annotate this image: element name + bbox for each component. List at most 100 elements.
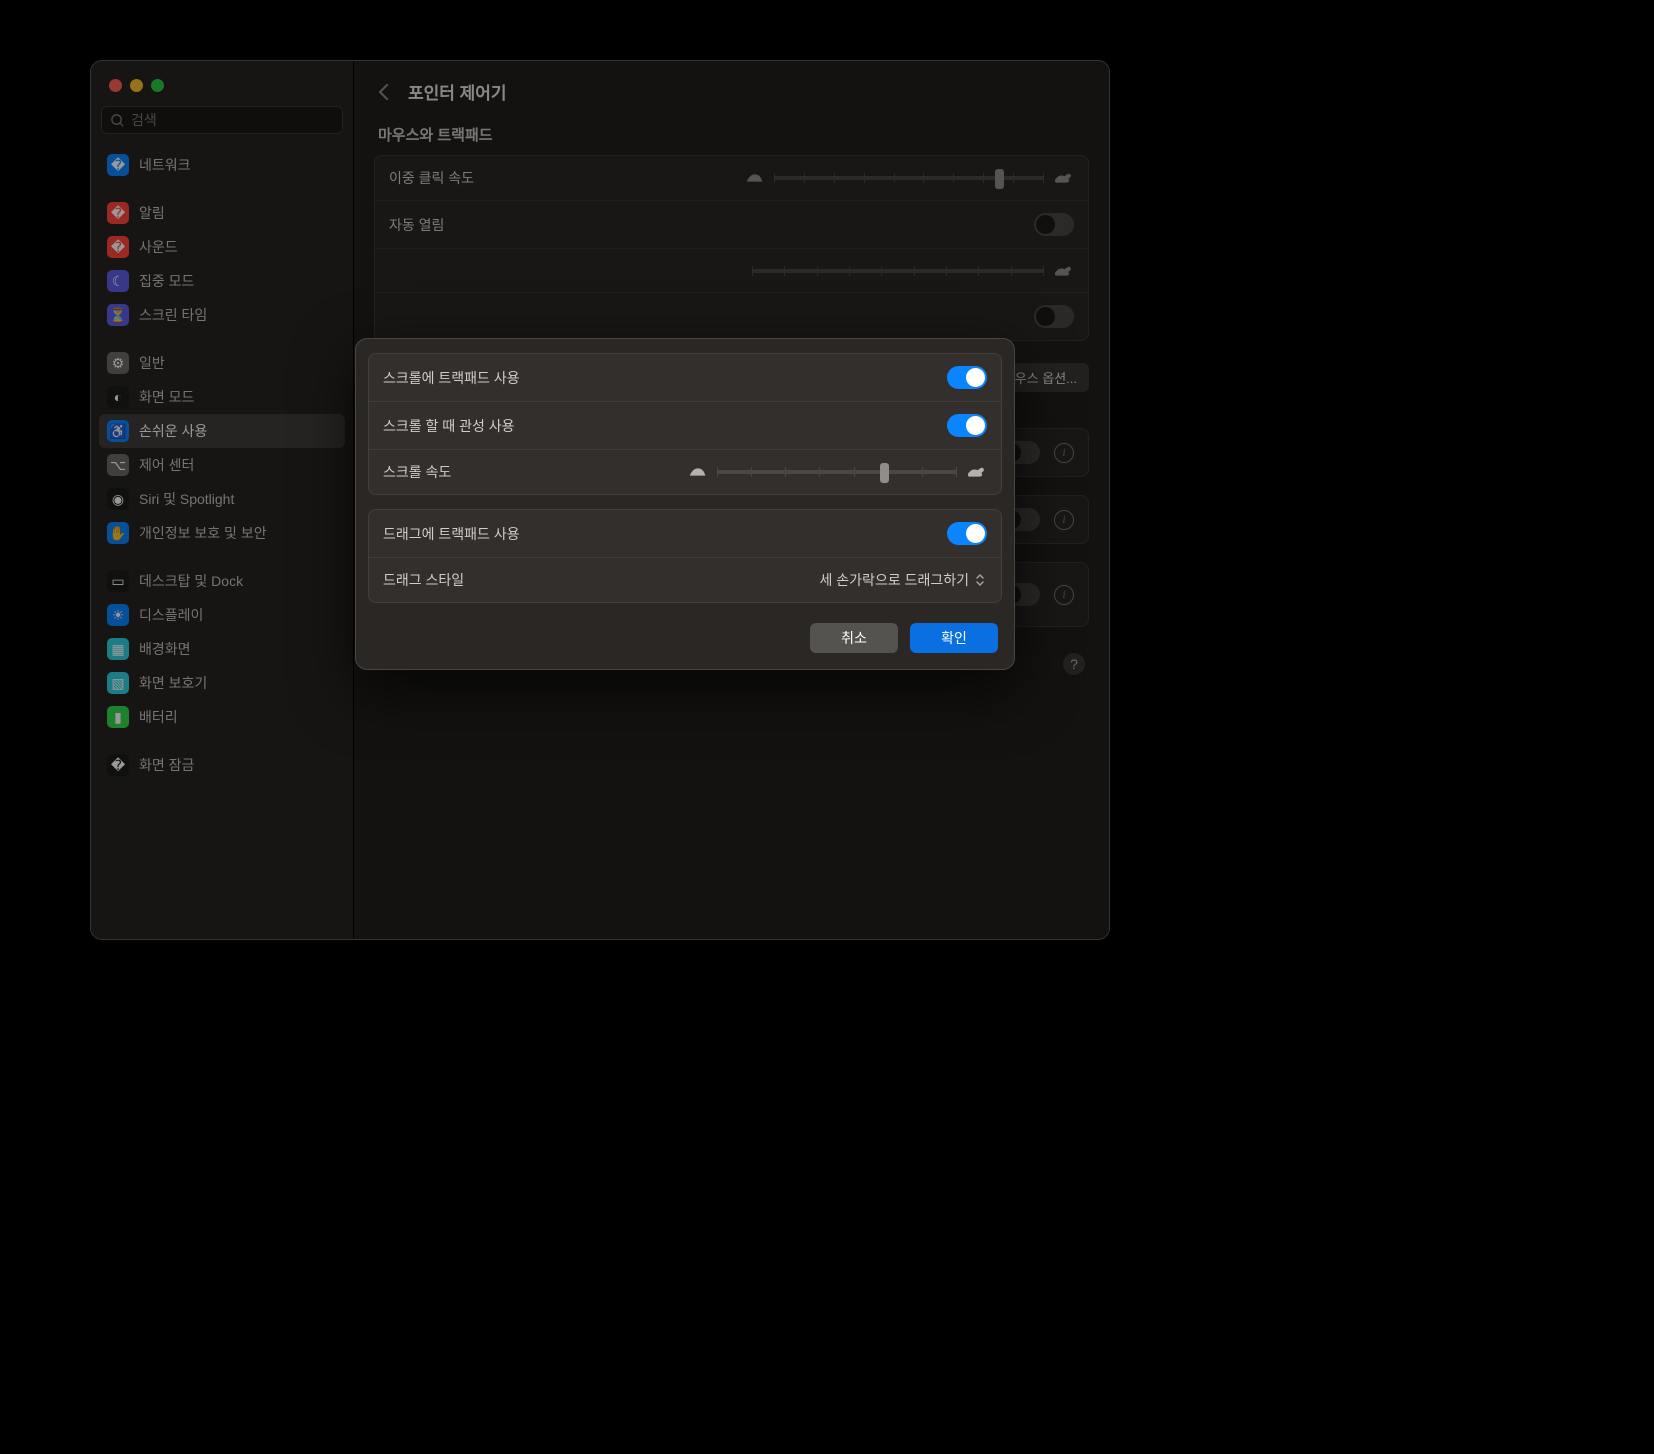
lock-icon: � bbox=[107, 754, 129, 776]
sidebar-item-label: 데스크탑 및 Dock bbox=[139, 571, 243, 591]
sidebar-item-8[interactable]: ◐ 화면 모드 bbox=[99, 380, 345, 414]
main-header: 포인터 제어기 bbox=[374, 79, 1089, 104]
control-center-icon: ⌥ bbox=[107, 454, 129, 476]
drag-style-popup[interactable]: 세 손가락으로 드래그하기 bbox=[820, 570, 987, 590]
row-auto-open: 자동 열림 bbox=[375, 201, 1088, 249]
minimize-window-button[interactable] bbox=[130, 79, 143, 92]
info-icon[interactable]: i bbox=[1054, 585, 1074, 605]
search-icon bbox=[110, 113, 125, 128]
slider-knob[interactable] bbox=[995, 169, 1004, 189]
sidebar-item-10[interactable]: ⌥ 제어 센터 bbox=[99, 448, 345, 482]
sidebar-item-9[interactable]: ♿ 손쉬운 사용 bbox=[99, 414, 345, 448]
row-drag-style: 드래그 스타일 세 손가락으로 드래그하기 bbox=[369, 558, 1001, 602]
scroll-inertia-label: 스크롤 할 때 관성 사용 bbox=[383, 416, 514, 436]
slider-knob[interactable] bbox=[880, 463, 889, 483]
appearance-icon: ◐ bbox=[107, 386, 129, 408]
page-title: 포인터 제어기 bbox=[408, 79, 507, 104]
ok-button[interactable]: 확인 bbox=[910, 623, 998, 653]
toggle-hidden[interactable] bbox=[1034, 305, 1074, 328]
traffic-lights bbox=[99, 71, 345, 106]
rabbit-icon bbox=[1052, 263, 1074, 279]
sheet-footer: 취소 확인 bbox=[368, 617, 1002, 659]
sidebar-item-4[interactable]: ☾ 집중 모드 bbox=[99, 264, 345, 298]
sidebar-item-label: 화면 모드 bbox=[139, 387, 194, 407]
bell-icon: � bbox=[107, 202, 129, 224]
auto-open-label: 자동 열림 bbox=[389, 215, 444, 235]
sidebar-item-label: 스크린 타임 bbox=[139, 305, 207, 325]
help-button[interactable]: ? bbox=[1063, 653, 1085, 675]
row-drag-trackpad: 드래그에 트랙패드 사용 bbox=[369, 510, 1001, 558]
siri-icon: ◉ bbox=[107, 488, 129, 510]
back-button[interactable] bbox=[374, 83, 392, 101]
panel-speed: 이중 클릭 속도 자동 열림 bbox=[374, 155, 1089, 341]
sidebar-item-label: 화면 보호기 bbox=[139, 673, 207, 693]
sidebar-item-17[interactable]: ▧ 화면 보호기 bbox=[99, 666, 345, 700]
sidebar-item-label: 집중 모드 bbox=[139, 271, 194, 291]
section-label-mouse-trackpad: 마우스와 트랙패드 bbox=[378, 124, 1085, 145]
info-icon[interactable]: i bbox=[1054, 443, 1074, 463]
panel-drag: 드래그에 트랙패드 사용 드래그 스타일 세 손가락으로 드래그하기 bbox=[368, 509, 1002, 603]
sidebar-item-label: 배터리 bbox=[139, 707, 178, 727]
row-scroll-trackpad: 스크롤에 트랙패드 사용 bbox=[369, 354, 1001, 402]
info-icon[interactable]: i bbox=[1054, 510, 1074, 530]
row-hidden-slider bbox=[375, 249, 1088, 293]
drag-trackpad-label: 드래그에 트랙패드 사용 bbox=[383, 524, 520, 544]
sidebar-item-label: 알림 bbox=[139, 203, 165, 223]
toggle-drag-trackpad[interactable] bbox=[947, 522, 987, 545]
globe-icon: � bbox=[107, 154, 129, 176]
double-click-speed-label: 이중 클릭 속도 bbox=[389, 168, 474, 188]
sidebar-item-3[interactable]: �사운드 bbox=[99, 230, 345, 264]
sidebar-item-label: 네트워크 bbox=[139, 155, 191, 175]
sidebar-item-5[interactable]: ⏳ 스크린 타임 bbox=[99, 298, 345, 332]
row-double-click-speed: 이중 클릭 속도 bbox=[375, 156, 1088, 201]
sidebar-item-14[interactable]: ▭ 데스크탑 및 Dock bbox=[99, 564, 345, 598]
drag-style-label: 드래그 스타일 bbox=[383, 570, 464, 590]
speaker-icon: � bbox=[107, 236, 129, 258]
sidebar-item-18[interactable]: ▮배터리 bbox=[99, 700, 345, 734]
sidebar-item-0[interactable]: � 네트워크 bbox=[99, 148, 345, 182]
slider-track[interactable] bbox=[717, 470, 957, 474]
maximize-window-button[interactable] bbox=[151, 79, 164, 92]
trackpad-options-sheet: 스크롤에 트랙패드 사용 스크롤 할 때 관성 사용 스크롤 속도 드래그에 트… bbox=[355, 338, 1015, 670]
hourglass-icon: ⏳ bbox=[107, 304, 129, 326]
moon-icon: ☾ bbox=[107, 270, 129, 292]
panel-scroll: 스크롤에 트랙패드 사용 스크롤 할 때 관성 사용 스크롤 속도 bbox=[368, 353, 1002, 495]
sidebar-item-label: 제어 센터 bbox=[139, 455, 194, 475]
sidebar-item-label: 손쉬운 사용 bbox=[139, 421, 207, 441]
hidden-speed-slider[interactable] bbox=[744, 263, 1074, 279]
screensaver-icon: ▧ bbox=[107, 672, 129, 694]
sidebar-item-label: Siri 및 Spotlight bbox=[139, 489, 234, 509]
sidebar-item-15[interactable]: ☀디스플레이 bbox=[99, 598, 345, 632]
row-scroll-inertia: 스크롤 할 때 관성 사용 bbox=[369, 402, 1001, 450]
gear-icon: ⚙ bbox=[107, 352, 129, 374]
scroll-speed-slider[interactable] bbox=[687, 464, 987, 480]
close-window-button[interactable] bbox=[109, 79, 122, 92]
sidebar-item-label: 일반 bbox=[139, 353, 165, 373]
desktop-icon: ▭ bbox=[107, 570, 129, 592]
sidebar-item-11[interactable]: ◉ Siri 및 Spotlight bbox=[99, 482, 345, 516]
sidebar-item-20[interactable]: �화면 잠금 bbox=[99, 748, 345, 782]
accessibility-icon: ♿ bbox=[107, 420, 129, 442]
drag-style-value: 세 손가락으로 드래그하기 bbox=[820, 570, 969, 590]
sidebar-item-label: 디스플레이 bbox=[139, 605, 203, 625]
sidebar: � 네트워크 � 알림 �사운드 ☾ 집중 모드 ⏳ 스크린 타임 ⚙ 일반 ◐ 화면 모드 ♿ 손쉬운 사… bbox=[91, 61, 354, 939]
sidebar-item-label: 개인정보 보호 및 보안 bbox=[139, 523, 267, 543]
scroll-trackpad-label: 스크롤에 트랙패드 사용 bbox=[383, 368, 520, 388]
hand-icon: ✋ bbox=[107, 522, 129, 544]
double-click-speed-slider[interactable] bbox=[744, 170, 1074, 186]
sidebar-item-12[interactable]: ✋ 개인정보 보호 및 보안 bbox=[99, 516, 345, 550]
sidebar-item-2[interactable]: � 알림 bbox=[99, 196, 345, 230]
tortoise-icon bbox=[744, 170, 766, 186]
slider-track[interactable] bbox=[774, 176, 1044, 180]
toggle-auto-open[interactable] bbox=[1034, 213, 1074, 236]
sidebar-item-16[interactable]: ▦배경화면 bbox=[99, 632, 345, 666]
search-field[interactable] bbox=[101, 106, 343, 134]
row-scroll-speed: 스크롤 속도 bbox=[369, 450, 1001, 494]
sidebar-item-7[interactable]: ⚙ 일반 bbox=[99, 346, 345, 380]
toggle-scroll-inertia[interactable] bbox=[947, 414, 987, 437]
toggle-scroll-trackpad[interactable] bbox=[947, 366, 987, 389]
wallpaper-icon: ▦ bbox=[107, 638, 129, 660]
search-input[interactable] bbox=[131, 112, 334, 128]
scroll-speed-label: 스크롤 속도 bbox=[383, 462, 451, 482]
cancel-button[interactable]: 취소 bbox=[810, 623, 898, 653]
